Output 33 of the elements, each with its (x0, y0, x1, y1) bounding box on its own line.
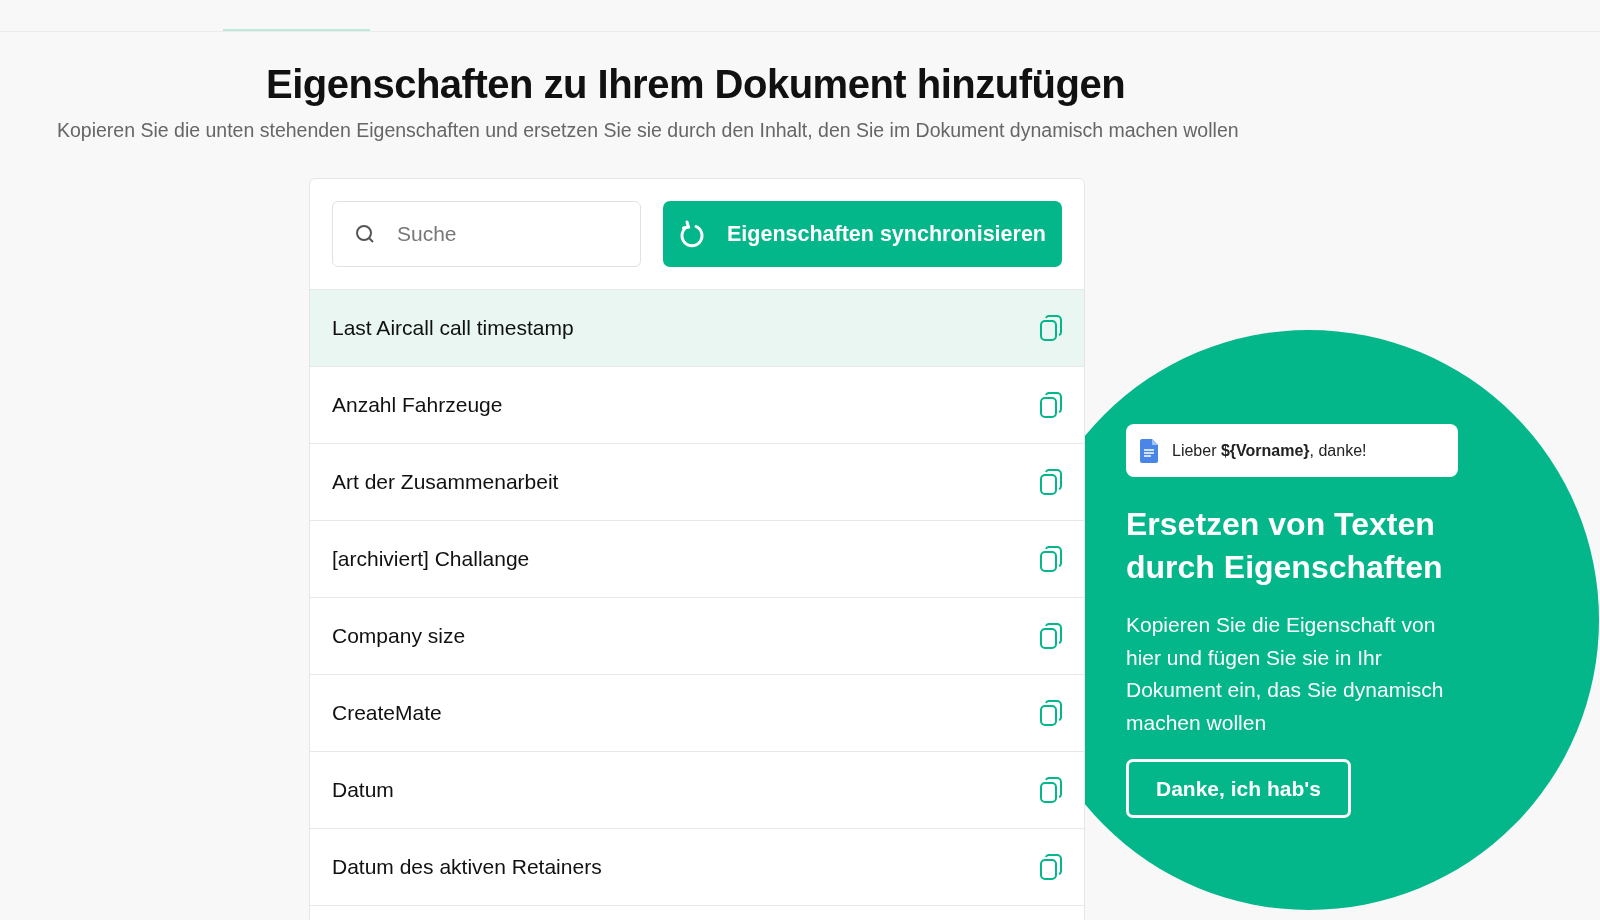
property-row[interactable]: Art der Zusammenarbeit (310, 443, 1084, 520)
property-name: Datum des aktiven Retainers (332, 855, 602, 879)
search-field[interactable]: Suche (332, 201, 641, 267)
tip-text: Kopieren Sie die Eigenschaft von hier und fügen Sie sie in Ihr Dokument ein, das Sie dynamisch machen wollen (1126, 612, 1445, 736)
property-name: [archiviert] Challange (332, 547, 530, 571)
property-row[interactable]: CreateMate (310, 674, 1084, 751)
copy-icon[interactable] (1040, 546, 1062, 572)
copy-icon[interactable] (1040, 315, 1062, 341)
property-name: Art der Zusammenarbeit (332, 470, 559, 494)
copy-icon[interactable] (1040, 777, 1062, 803)
property-name: Company size (332, 624, 466, 648)
tip-heading: Ersetzen von Texten durch Eigenschaften (1126, 505, 1444, 587)
property-row[interactable]: Datum des aktiven Retainers (310, 828, 1084, 905)
property-row[interactable]: Datum (310, 751, 1084, 828)
copy-icon[interactable] (1040, 700, 1062, 726)
property-row[interactable]: [archiviert] Challange (310, 520, 1084, 597)
property-name: Last Aircall call timestamp (332, 316, 574, 340)
refresh-icon (679, 220, 705, 248)
property-name: CreateMate (332, 701, 442, 725)
document-icon (1140, 438, 1158, 463)
property-row[interactable]: Last Aircall call timestamp (310, 289, 1084, 366)
copy-icon[interactable] (1040, 623, 1062, 649)
search-icon (354, 223, 376, 245)
copy-icon[interactable] (1040, 392, 1062, 418)
page-title: Eigenschaften zu Ihrem Dokument hinzufügen (265, 62, 1127, 107)
property-row[interactable]: Anzahl Fahrzeuge (310, 366, 1084, 443)
copy-icon[interactable] (1040, 469, 1062, 495)
example-text: Lieber ${Vorname}, danke! (1172, 441, 1367, 460)
property-name: Anzahl Fahrzeuge (332, 393, 503, 417)
copy-icon[interactable] (1040, 854, 1062, 880)
property-name: Datum (332, 778, 394, 802)
property-row[interactable]: Company size (310, 597, 1084, 674)
page-subtitle: Kopieren Sie die unten stehenden Eigenschaften und ersetzen Sie sie durch den Inhalt, den Sie im Dokument dynamisch machen wollen (57, 119, 1240, 142)
